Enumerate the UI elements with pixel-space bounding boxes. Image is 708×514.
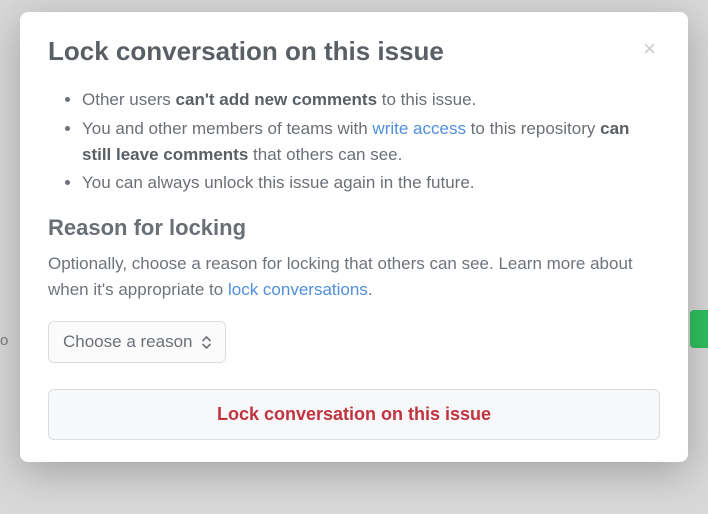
lock-effects-list: Other users can't add new comments to th… [82,87,660,196]
text: You and other members of teams with [82,119,372,138]
lock-conversation-dialog: Lock conversation on this issue × Other … [20,12,688,462]
dialog-header: Lock conversation on this issue × [48,36,660,67]
reason-select[interactable]: Choose a reason [48,321,226,363]
text: . [368,280,373,299]
reason-heading: Reason for locking [48,215,660,241]
text: that others can see. [248,145,402,164]
background-fragment-left: o [0,332,8,349]
updown-caret-icon [202,336,211,349]
lock-conversations-link[interactable]: lock conversations [228,280,368,299]
close-button[interactable]: × [639,36,660,62]
text-bold: can't add new comments [176,90,377,109]
list-item: You can always unlock this issue again i… [82,170,660,196]
write-access-link[interactable]: write access [372,119,466,138]
list-item: You and other members of teams with writ… [82,116,660,169]
close-icon: × [643,36,656,61]
text: to this issue. [377,90,476,109]
background-fragment-button [690,310,708,348]
text: You can always unlock this issue again i… [82,173,475,192]
dialog-title: Lock conversation on this issue [48,36,444,67]
reason-help-text: Optionally, choose a reason for locking … [48,251,660,304]
text: Other users [82,90,176,109]
text: to this repository [466,119,600,138]
list-item: Other users can't add new comments to th… [82,87,660,113]
lock-conversation-button[interactable]: Lock conversation on this issue [48,389,660,440]
reason-select-label: Choose a reason [63,332,192,352]
